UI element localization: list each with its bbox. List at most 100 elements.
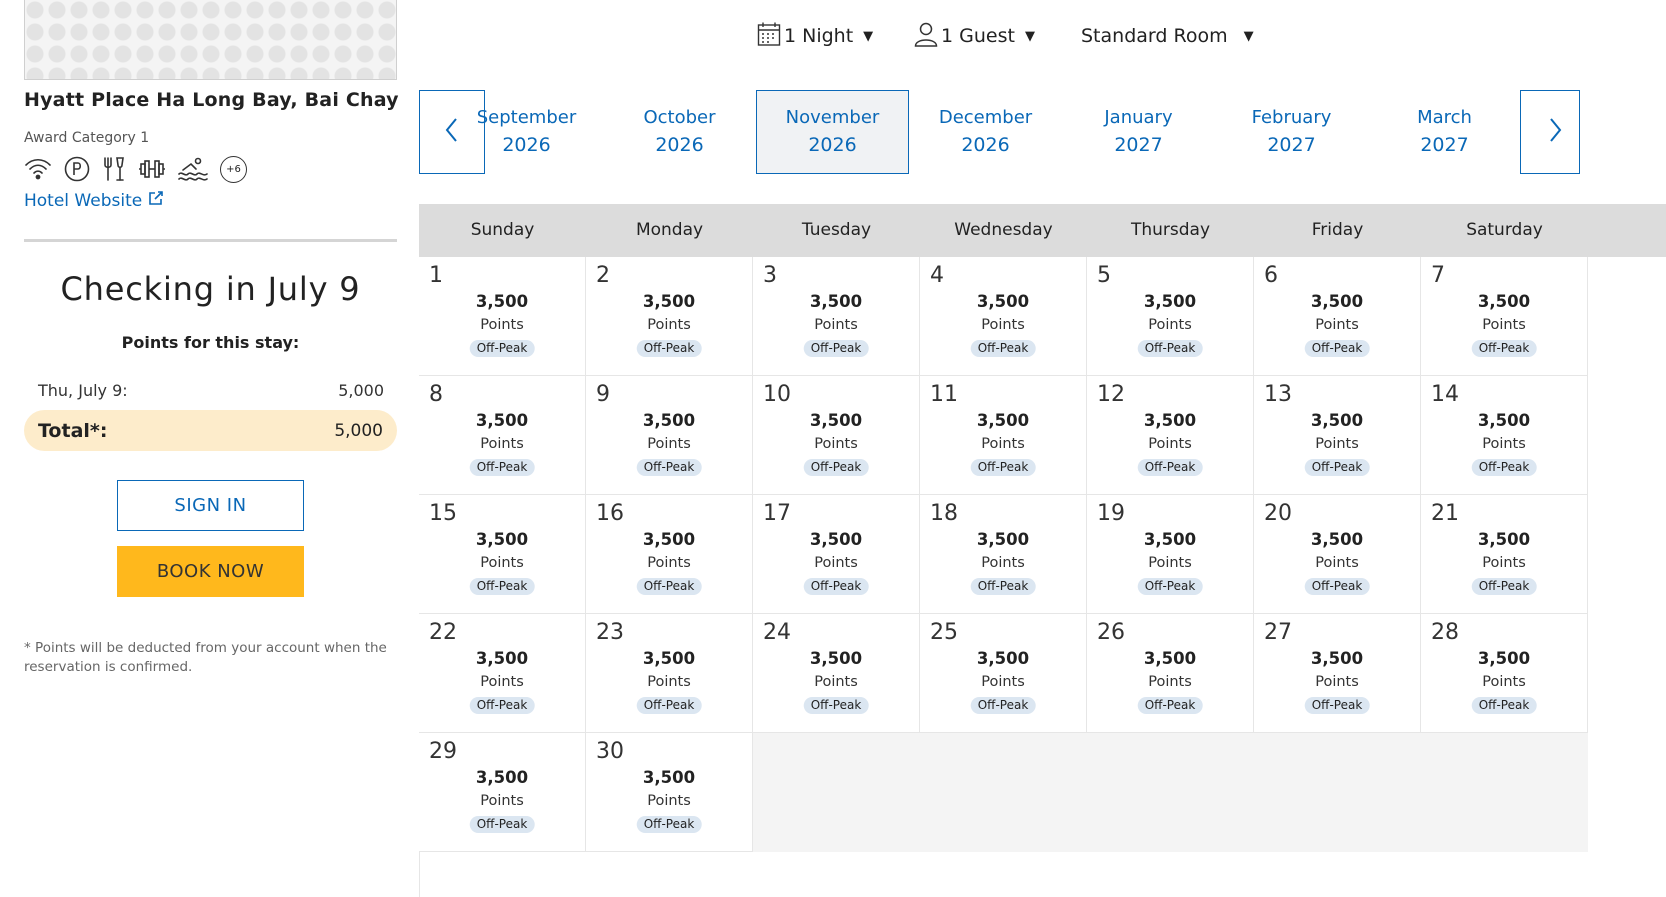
day-points-unit: Points bbox=[1315, 317, 1359, 333]
day-points: 3,500 bbox=[475, 768, 529, 787]
month-tab-september-2026[interactable]: September 2026 bbox=[450, 90, 603, 174]
month-tab-february-2027[interactable]: February 2027 bbox=[1215, 90, 1368, 174]
calendar-day-cell[interactable]: 11 3,500 Points Off-Peak bbox=[920, 376, 1087, 495]
sign-in-button[interactable]: SIGN IN bbox=[117, 480, 304, 531]
award-category: Award Category 1 bbox=[24, 130, 150, 146]
guests-value: 1 Guest bbox=[941, 25, 1015, 47]
next-month-button[interactable] bbox=[1520, 90, 1580, 174]
day-number: 22 bbox=[429, 620, 457, 645]
day-points: 3,500 bbox=[475, 292, 529, 311]
day-points-unit: Points bbox=[647, 317, 691, 333]
caret-down-icon: ▼ bbox=[1024, 28, 1035, 44]
day-points: 3,500 bbox=[642, 530, 696, 549]
calendar-day-cell[interactable]: 7 3,500 Points Off-Peak bbox=[1421, 257, 1588, 376]
month-tab-december-2026[interactable]: December 2026 bbox=[909, 90, 1062, 174]
guests-dropdown[interactable]: 1 Guest ▼ bbox=[914, 22, 1035, 50]
calendar-day-cell[interactable]: 16 3,500 Points Off-Peak bbox=[586, 495, 753, 614]
day-points-unit: Points bbox=[814, 555, 858, 571]
calendar-icon bbox=[757, 21, 781, 52]
day-number: 14 bbox=[1431, 382, 1459, 407]
calendar-day-cell[interactable]: 24 3,500 Points Off-Peak bbox=[753, 614, 920, 733]
calendar-day-cell[interactable]: 25 3,500 Points Off-Peak bbox=[920, 614, 1087, 733]
calendar-day-cell[interactable]: 23 3,500 Points Off-Peak bbox=[586, 614, 753, 733]
day-points-unit: Points bbox=[814, 674, 858, 690]
calendar-day-cell[interactable]: 5 3,500 Points Off-Peak bbox=[1087, 257, 1254, 376]
nights-value: 1 Night bbox=[784, 25, 854, 47]
off-peak-badge: Off-Peak bbox=[803, 340, 869, 357]
month-tab-january-2027[interactable]: January 2027 bbox=[1062, 90, 1215, 174]
off-peak-badge: Off-Peak bbox=[1471, 459, 1537, 476]
calendar-day-cell[interactable]: 10 3,500 Points Off-Peak bbox=[753, 376, 920, 495]
day-points: 3,500 bbox=[1477, 411, 1531, 430]
day-points-unit: Points bbox=[1482, 555, 1526, 571]
day-number: 13 bbox=[1264, 382, 1292, 407]
total-row: Total*: 5,000 bbox=[24, 410, 397, 451]
external-link-icon bbox=[148, 190, 164, 211]
month-tab-october-2026[interactable]: October 2026 bbox=[603, 90, 756, 174]
checkin-title: Checking in July 9 bbox=[60, 270, 361, 308]
month-name: March bbox=[1417, 107, 1472, 128]
total-label: Total*: bbox=[38, 419, 108, 442]
calendar-day-cell[interactable]: 21 3,500 Points Off-Peak bbox=[1421, 495, 1588, 614]
hotel-website-label[interactable]: Hotel Website bbox=[24, 191, 142, 211]
month-name: September bbox=[476, 107, 577, 128]
off-peak-badge: Off-Peak bbox=[636, 578, 702, 595]
day-number: 9 bbox=[596, 382, 610, 407]
month-tab-november-2026[interactable]: November 2026 bbox=[756, 90, 909, 174]
off-peak-badge: Off-Peak bbox=[636, 816, 702, 833]
calendar-day-cell[interactable]: 14 3,500 Points Off-Peak bbox=[1421, 376, 1588, 495]
nights-dropdown[interactable]: 1 Night ▼ bbox=[757, 22, 873, 50]
day-points: 3,500 bbox=[976, 411, 1030, 430]
day-points: 3,500 bbox=[809, 411, 863, 430]
calendar-day-cell[interactable]: 6 3,500 Points Off-Peak bbox=[1254, 257, 1421, 376]
calendar-day-cell[interactable]: 4 3,500 Points Off-Peak bbox=[920, 257, 1087, 376]
day-number: 18 bbox=[930, 501, 958, 526]
more-amenities-badge[interactable]: +6 bbox=[220, 155, 247, 183]
calendar-day-cell[interactable]: 3 3,500 Points Off-Peak bbox=[753, 257, 920, 376]
day-points-unit: Points bbox=[981, 436, 1025, 452]
calendar-day-cell[interactable]: 29 3,500 Points Off-Peak bbox=[419, 733, 586, 852]
calendar-day-cell[interactable]: 17 3,500 Points Off-Peak bbox=[753, 495, 920, 614]
off-peak-badge: Off-Peak bbox=[469, 578, 535, 595]
day-points: 3,500 bbox=[1143, 411, 1197, 430]
calendar-day-cell[interactable]: 9 3,500 Points Off-Peak bbox=[586, 376, 753, 495]
restaurant-icon bbox=[102, 156, 126, 182]
day-number: 27 bbox=[1264, 620, 1292, 645]
calendar-day-cell[interactable]: 30 3,500 Points Off-Peak bbox=[586, 733, 753, 852]
calendar-day-cell[interactable]: 1 3,500 Points Off-Peak bbox=[419, 257, 586, 376]
day-number: 21 bbox=[1431, 501, 1459, 526]
off-peak-badge: Off-Peak bbox=[1304, 578, 1370, 595]
points-for-stay-label: Points for this stay: bbox=[121, 333, 300, 352]
weekday-friday: Friday bbox=[1311, 220, 1364, 240]
month-name: January bbox=[1104, 107, 1173, 128]
calendar-day-cell[interactable]: 12 3,500 Points Off-Peak bbox=[1087, 376, 1254, 495]
off-peak-badge: Off-Peak bbox=[1471, 578, 1537, 595]
day-points: 3,500 bbox=[809, 530, 863, 549]
book-now-button[interactable]: BOOK NOW bbox=[117, 546, 304, 597]
calendar-day-cell[interactable]: 2 3,500 Points Off-Peak bbox=[586, 257, 753, 376]
day-points: 3,500 bbox=[475, 530, 529, 549]
room-type-dropdown[interactable]: Standard Room ▼ bbox=[1081, 22, 1254, 50]
day-points: 3,500 bbox=[1477, 292, 1531, 311]
day-points-unit: Points bbox=[1482, 674, 1526, 690]
off-peak-badge: Off-Peak bbox=[469, 459, 535, 476]
hotel-website-link[interactable]: Hotel Website bbox=[24, 190, 164, 211]
off-peak-badge: Off-Peak bbox=[803, 459, 869, 476]
calendar-day-cell[interactable]: 28 3,500 Points Off-Peak bbox=[1421, 614, 1588, 733]
calendar-day-cell[interactable]: 20 3,500 Points Off-Peak bbox=[1254, 495, 1421, 614]
day-number: 17 bbox=[763, 501, 791, 526]
day-number: 6 bbox=[1264, 263, 1278, 288]
off-peak-badge: Off-Peak bbox=[469, 340, 535, 357]
calendar-day-cell[interactable]: 26 3,500 Points Off-Peak bbox=[1087, 614, 1254, 733]
day-points: 3,500 bbox=[976, 649, 1030, 668]
month-tab-march-2027[interactable]: March 2027 bbox=[1368, 90, 1521, 174]
hotel-image[interactable] bbox=[24, 0, 397, 80]
calendar-day-cell[interactable]: 18 3,500 Points Off-Peak bbox=[920, 495, 1087, 614]
calendar-day-cell[interactable]: 27 3,500 Points Off-Peak bbox=[1254, 614, 1421, 733]
month-name: February bbox=[1251, 107, 1332, 128]
calendar-day-cell[interactable]: 13 3,500 Points Off-Peak bbox=[1254, 376, 1421, 495]
calendar-day-cell[interactable]: 22 3,500 Points Off-Peak bbox=[419, 614, 586, 733]
calendar-day-cell[interactable]: 15 3,500 Points Off-Peak bbox=[419, 495, 586, 614]
calendar-day-cell[interactable]: 19 3,500 Points Off-Peak bbox=[1087, 495, 1254, 614]
calendar-day-cell[interactable]: 8 3,500 Points Off-Peak bbox=[419, 376, 586, 495]
